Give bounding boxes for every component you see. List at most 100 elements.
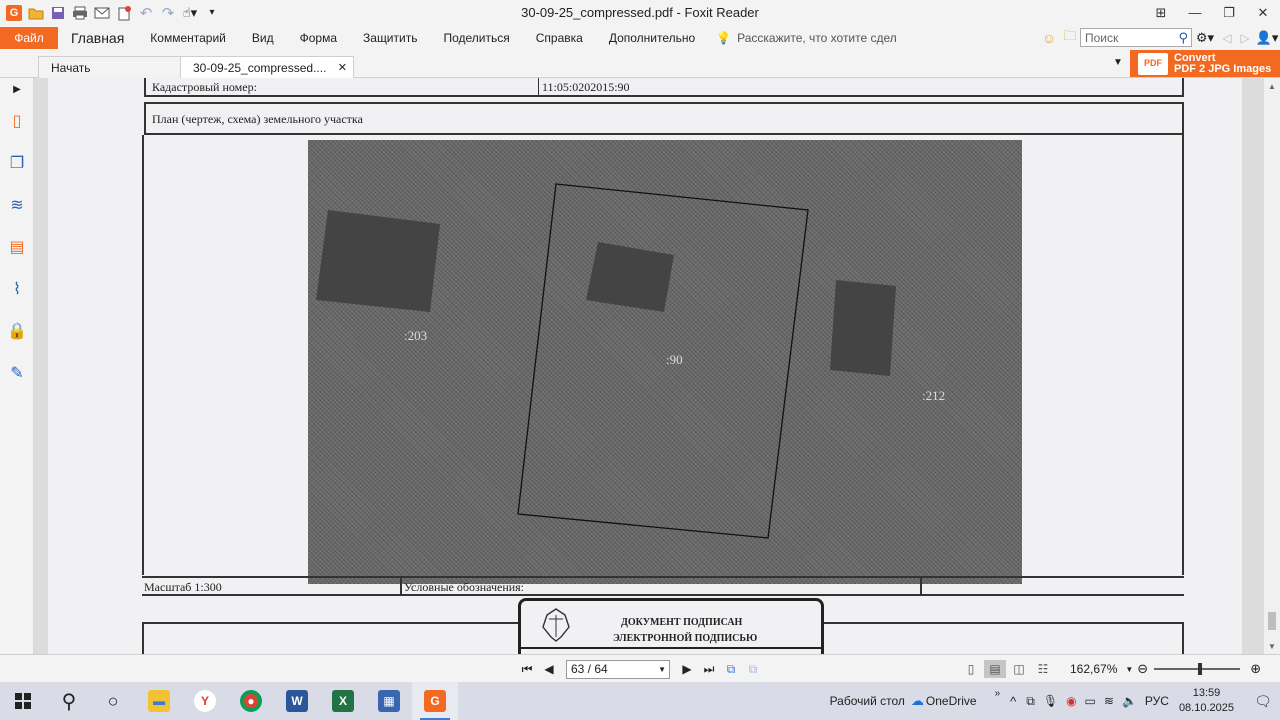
wifi-icon[interactable]: ≋: [1104, 694, 1114, 708]
tab-comment[interactable]: Комментарий: [137, 25, 239, 50]
next-view-icon[interactable]: ⧉: [742, 659, 764, 679]
customize-toolbar-icon[interactable]: ▾: [202, 3, 222, 23]
app-logo-icon[interactable]: G: [4, 3, 24, 23]
tab-help[interactable]: Справка: [523, 25, 596, 50]
zoom-slider-knob[interactable]: [1198, 663, 1203, 675]
minimize-button[interactable]: —: [1178, 0, 1212, 25]
tab-extra[interactable]: Дополнительно: [596, 25, 708, 50]
prev-page-icon[interactable]: ◀: [538, 659, 560, 679]
prev-view-icon[interactable]: ◁: [1218, 31, 1236, 45]
page-number-input[interactable]: 63 / 64 ▼: [566, 659, 670, 679]
tab-start[interactable]: Начать: [38, 56, 182, 78]
page-thumbnails-icon[interactable]: ▯: [0, 100, 34, 142]
security-tray-icon[interactable]: ◉: [1066, 694, 1076, 708]
email-icon[interactable]: [92, 3, 112, 23]
tab-share[interactable]: Поделиться: [430, 25, 522, 50]
find-folder-icon[interactable]: 🗀: [1060, 27, 1080, 49]
print-icon[interactable]: [70, 3, 90, 23]
previous-view-icon[interactable]: ⧉: [720, 659, 742, 679]
yandex-browser-icon[interactable]: Y: [182, 682, 228, 720]
chrome-icon[interactable]: ●: [228, 682, 274, 720]
account-icon[interactable]: 👤▾: [1254, 30, 1280, 46]
security-icon[interactable]: 🔒: [0, 310, 34, 352]
first-page-icon[interactable]: ⏮: [516, 659, 538, 679]
convert-ad-banner[interactable]: PDF Convert PDF 2 JPG Images: [1130, 50, 1280, 77]
tell-me-box[interactable]: 💡 Расскажите, что хотите сдел: [716, 31, 897, 45]
search-input[interactable]: Поиск ⚲: [1080, 28, 1192, 47]
open-icon[interactable]: [26, 3, 46, 23]
tab-form[interactable]: Форма: [287, 25, 350, 50]
language-indicator[interactable]: РУС: [1145, 694, 1169, 708]
clock[interactable]: 13:59 08.10.2025: [1179, 686, 1234, 716]
microphone-icon[interactable]: 🎙: [1043, 694, 1058, 708]
new-document-icon[interactable]: [114, 3, 134, 23]
cadastral-divider: [538, 78, 539, 95]
tab-home[interactable]: Главная: [58, 25, 137, 50]
onedrive-cloud-icon[interactable]: ☁: [911, 693, 924, 709]
search-icon[interactable]: ⚲: [1178, 30, 1188, 46]
close-tab-icon[interactable]: ✕: [338, 61, 347, 74]
task-view-icon[interactable]: ○: [90, 682, 136, 720]
notifications-icon[interactable]: 🗨: [1246, 693, 1280, 710]
stamp-line1: ДОКУМЕНТ ПОДПИСАН: [621, 617, 743, 628]
pages-icon[interactable]: ❐: [0, 142, 34, 184]
restore-button[interactable]: ❐: [1212, 0, 1246, 25]
tab-list-dropdown-icon[interactable]: ▼: [1113, 57, 1123, 68]
page-dropdown-icon[interactable]: ▼: [658, 665, 669, 674]
hand-tool-icon[interactable]: ☝▾: [180, 3, 200, 23]
layers-icon[interactable]: ≋: [0, 184, 34, 226]
redo-icon[interactable]: ↷: [158, 3, 178, 23]
continuous-facing-view-icon[interactable]: ☷: [1032, 660, 1054, 678]
settings-icon[interactable]: ⚙▾: [1192, 30, 1218, 46]
search-taskbar-icon[interactable]: ⚲: [46, 682, 92, 720]
excel-icon[interactable]: X: [320, 682, 366, 720]
volume-icon[interactable]: 🔈: [1122, 694, 1137, 708]
last-page-icon[interactable]: ⏭: [698, 659, 720, 679]
single-page-view-icon[interactable]: ▯: [960, 660, 982, 678]
onedrive-label[interactable]: OneDrive: [926, 694, 977, 708]
tray-app-icon[interactable]: ⧉: [1026, 694, 1035, 709]
close-button[interactable]: ✕: [1246, 0, 1280, 25]
next-page-icon[interactable]: ▶: [676, 659, 698, 679]
tab-view[interactable]: Вид: [239, 25, 287, 50]
signature-icon[interactable]: ✎: [0, 352, 34, 394]
start-button[interactable]: [0, 682, 46, 720]
document-view[interactable]: Кадастровый номер: 11:05:0202015:90 План…: [34, 78, 1264, 654]
undo-icon[interactable]: ↶: [136, 3, 156, 23]
attachments-icon[interactable]: ⌇: [0, 268, 34, 310]
toolbar-expand-icon[interactable]: »: [995, 688, 1001, 699]
tab-document[interactable]: 30-09-25_compressed.... ✕: [180, 56, 354, 78]
convert-ad-line2: PDF 2 JPG Images: [1174, 62, 1272, 75]
zoom-out-icon[interactable]: ⊖: [1137, 661, 1148, 677]
expand-panel-icon[interactable]: ▶: [0, 78, 34, 100]
zoom-value[interactable]: 162,67%: [1070, 662, 1117, 676]
next-view-icon[interactable]: ▷: [1236, 31, 1254, 45]
show-hidden-icons-icon[interactable]: ^: [1010, 694, 1016, 709]
vertical-scrollbar[interactable]: ▲ ▼: [1264, 78, 1280, 654]
window-controls: ⊞ — ❐ ✕: [1144, 0, 1280, 25]
continuous-view-icon[interactable]: ▤: [984, 660, 1006, 678]
camera-icon[interactable]: ▭: [1085, 694, 1096, 708]
word-icon[interactable]: W: [274, 682, 320, 720]
legend-label: Условные обозначения:: [404, 580, 525, 594]
file-tab[interactable]: Файл: [0, 26, 58, 49]
parcel-label-212: :212: [922, 388, 946, 403]
comments-icon[interactable]: ▤: [0, 226, 34, 268]
ribbon-options-icon[interactable]: ⊞: [1144, 0, 1178, 25]
desktop-toolbar-label[interactable]: Рабочий стол: [830, 694, 905, 708]
facing-view-icon[interactable]: ◫: [1008, 660, 1030, 678]
scroll-up-icon[interactable]: ▲: [1264, 78, 1280, 94]
zoom-in-icon[interactable]: ⊕: [1250, 661, 1261, 677]
zoom-dropdown-icon[interactable]: ▼: [1125, 665, 1133, 674]
scrollbar-thumb[interactable]: [1268, 612, 1276, 630]
tab-document-label: 30-09-25_compressed....: [193, 60, 327, 75]
save-icon[interactable]: [48, 3, 68, 23]
foxit-reader-taskbar-icon[interactable]: G: [412, 682, 458, 720]
page-navigation: ⏮ ◀ 63 / 64 ▼ ▶ ⏭ ⧉ ⧉: [516, 659, 764, 679]
scroll-down-icon[interactable]: ▼: [1264, 638, 1280, 654]
zoom-slider[interactable]: [1154, 663, 1241, 675]
file-explorer-icon[interactable]: ▬: [136, 682, 182, 720]
calculator-icon[interactable]: ▦: [366, 682, 412, 720]
feedback-icon[interactable]: ☺: [1038, 30, 1060, 46]
tab-protect[interactable]: Защитить: [350, 25, 430, 50]
